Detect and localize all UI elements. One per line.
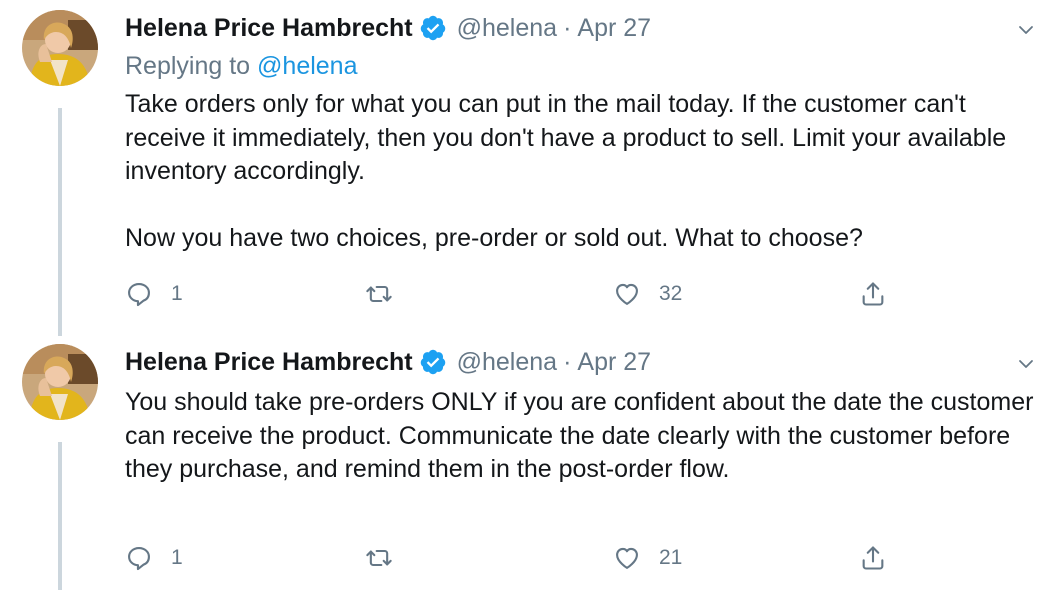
- share-icon: [859, 280, 887, 308]
- tweet[interactable]: Helena Price Hambrecht @helena · Apr 27 …: [0, 0, 1064, 340]
- tweet-paragraph: Take orders only for what you can put in…: [125, 90, 1007, 185]
- reply-button[interactable]: 1: [125, 542, 183, 574]
- replying-prefix: Replying to: [125, 52, 258, 80]
- retweet-button[interactable]: [365, 278, 393, 310]
- tweet-text: Take orders only for what you can put in…: [125, 88, 1045, 256]
- tweet[interactable]: Helena Price Hambrecht @helena · Apr 27 …: [0, 340, 1064, 590]
- like-icon: [613, 280, 641, 308]
- tweet-actions: 1 32: [125, 278, 905, 310]
- reply-button[interactable]: 1: [125, 278, 183, 310]
- author-handle[interactable]: @helena: [457, 14, 557, 43]
- tweet-actions: 1 21: [125, 542, 905, 574]
- chevron-down-icon[interactable]: [1014, 352, 1038, 376]
- thread-line: [58, 442, 62, 590]
- verified-badge-icon: [419, 14, 447, 42]
- share-icon: [859, 544, 887, 572]
- retweet-icon: [365, 280, 393, 308]
- tweet-header: Helena Price Hambrecht @helena · Apr 27: [125, 10, 651, 46]
- tweet-header: Helena Price Hambrecht @helena · Apr 27: [125, 344, 651, 380]
- tweet-date[interactable]: Apr 27: [577, 348, 651, 377]
- retweet-icon: [365, 544, 393, 572]
- replying-to: Replying to @helena: [125, 52, 357, 81]
- tweet-paragraph: Now you have two choices, pre-order or s…: [125, 224, 863, 252]
- author-name[interactable]: Helena Price Hambrecht: [125, 348, 413, 377]
- like-icon: [613, 544, 641, 572]
- tweet-date[interactable]: Apr 27: [577, 14, 651, 43]
- like-button[interactable]: 21: [613, 542, 682, 574]
- like-count: 32: [659, 282, 683, 305]
- chevron-down-icon[interactable]: [1014, 18, 1038, 42]
- tweet-paragraph: You should take pre-orders ONLY if you a…: [125, 388, 1034, 483]
- reply-count: 1: [171, 282, 183, 305]
- retweet-button[interactable]: [365, 542, 393, 574]
- share-button[interactable]: [859, 542, 887, 574]
- reply-count: 1: [171, 546, 183, 569]
- tweet-text: You should take pre-orders ONLY if you a…: [125, 386, 1045, 487]
- author-name[interactable]: Helena Price Hambrecht: [125, 14, 413, 43]
- reply-icon: [125, 280, 153, 308]
- share-button[interactable]: [859, 278, 887, 310]
- thread-line: [58, 108, 62, 336]
- reply-icon: [125, 544, 153, 572]
- reply-mention-link[interactable]: @helena: [257, 52, 357, 80]
- separator: ·: [563, 13, 572, 42]
- verified-badge-icon: [419, 348, 447, 376]
- separator: ·: [563, 347, 572, 376]
- avatar[interactable]: [22, 344, 98, 420]
- like-button[interactable]: 32: [613, 278, 682, 310]
- like-count: 21: [659, 546, 683, 569]
- avatar[interactable]: [22, 10, 98, 86]
- author-handle[interactable]: @helena: [457, 348, 557, 377]
